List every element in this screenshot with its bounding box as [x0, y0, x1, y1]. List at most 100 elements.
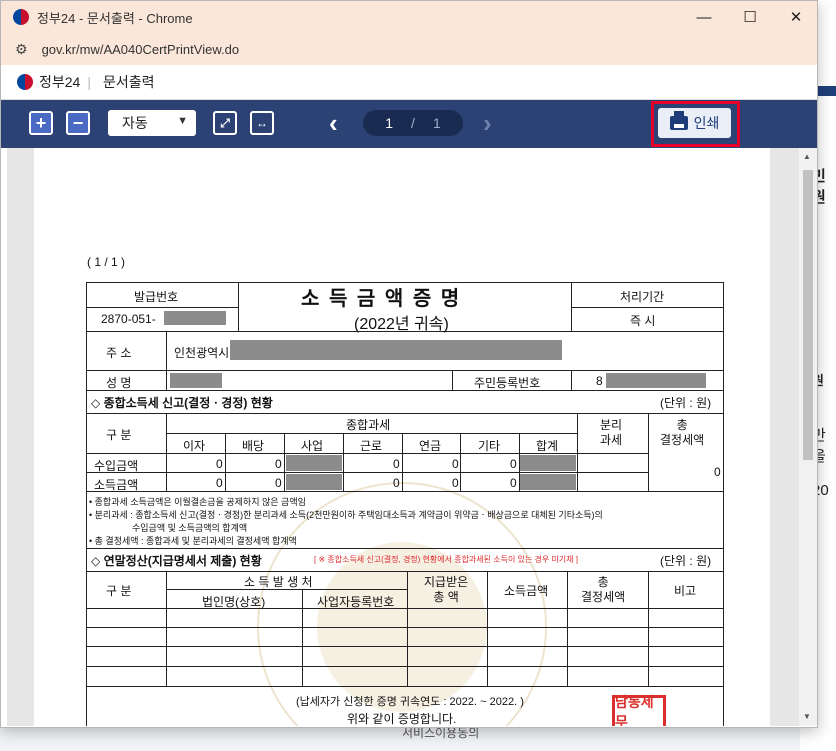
page-title: 문서출력: [102, 74, 155, 90]
rule: [86, 307, 238, 308]
document-title: 소 득 금 액 증 명: [301, 288, 462, 310]
fit-width-button[interactable]: ↔: [250, 111, 274, 135]
rule: [402, 433, 403, 491]
rule: [577, 413, 578, 491]
current-page[interactable]: 1: [385, 115, 393, 131]
table1-total: 총 결정세액: [660, 418, 705, 447]
scroll-down-icon[interactable]: ▼: [803, 712, 811, 721]
redaction: [520, 474, 576, 490]
table1-col: 사업: [301, 439, 324, 453]
footer-period: (납세자가 신청한 증명 귀속연도 : 2022. ~ 2022. ): [296, 696, 524, 708]
table1-cell: 0: [510, 457, 517, 471]
rule: [723, 705, 724, 726]
rule: [86, 282, 87, 705]
table2-gubun: 구 분: [106, 584, 132, 598]
zoom-out-button[interactable]: −: [66, 111, 90, 135]
rule: [86, 666, 723, 667]
rule: [86, 390, 723, 391]
table2-note: 비고: [674, 584, 697, 598]
footer-confirm: 위와 같이 증명합니다.: [347, 712, 457, 726]
rule: [86, 705, 87, 726]
note-line: • 총 결정세액 : 종합과세 및 분리과세의 결정세액 합계액: [89, 536, 297, 546]
rule: [225, 433, 226, 491]
table1-col: 합계: [536, 439, 559, 453]
section2-title: ◇ 연말정산(지급명세서 제출) 현황: [91, 554, 262, 568]
table1-cell: 0: [275, 476, 282, 490]
minimize-button[interactable]: —: [681, 1, 727, 33]
zoom-in-button[interactable]: +: [29, 111, 53, 135]
note-line: • 분리과세 : 종합소득세 신고(결정ㆍ경정)한 분리과세 소득(2천만원이하…: [89, 510, 603, 520]
close-button[interactable]: ✕: [773, 1, 819, 33]
section1-unit: (단위 : 원): [660, 396, 712, 410]
window-titlebar: 정부24 - 문서출력 - Chrome — ☐ ✕: [1, 1, 817, 33]
print-button[interactable]: 인쇄: [658, 108, 731, 138]
url-text[interactable]: gov.kr/mw/AA040CertPrintView.do: [42, 42, 240, 57]
table1-col: 이자: [183, 439, 206, 453]
rule: [460, 433, 461, 491]
printer-icon: [669, 111, 688, 130]
scroll-up-icon[interactable]: ▲: [803, 152, 811, 161]
zoom-value: 자동: [122, 115, 148, 131]
page-counter: ( 1 / 1 ): [87, 255, 126, 269]
processing-label: 처리기간: [620, 290, 665, 304]
table1-gubun: 구 분: [106, 428, 132, 442]
table1-col: 배당: [242, 439, 265, 453]
rule: [238, 282, 239, 331]
issue-no-value: 2870-051-: [101, 312, 156, 326]
site-settings-icon[interactable]: ⚙: [15, 41, 28, 58]
rule: [86, 571, 723, 572]
redaction: [170, 373, 222, 388]
rule: [648, 571, 649, 686]
maximize-button[interactable]: ☐: [727, 1, 773, 33]
section2-unit: (단위 : 원): [660, 554, 712, 568]
document-subtitle: (2022년 귀속): [354, 316, 449, 333]
rule: [723, 282, 724, 705]
rule: [86, 472, 648, 473]
fit-page-button[interactable]: ⤢: [213, 111, 237, 135]
redaction: [606, 373, 706, 388]
table1-col: 기타: [478, 439, 501, 453]
vertical-scrollbar[interactable]: ▲ ▼: [799, 148, 817, 726]
rule: [86, 686, 723, 687]
document-page: ( 1 / 1 ) 발급번호 2870-051- 소 득 금 액 증 명 (20…: [34, 148, 770, 726]
table1-cell: 0: [452, 457, 459, 471]
address-bar[interactable]: ⚙ gov.kr/mw/AA040CertPrintView.do: [1, 33, 817, 65]
rule: [648, 413, 649, 491]
table1-col: 근로: [360, 439, 383, 453]
total-pages: 1: [432, 115, 441, 131]
processing-value: 즉 시: [630, 314, 656, 328]
rule: [166, 413, 167, 491]
address-label: 주 소: [106, 346, 132, 360]
table1-cell: 0: [393, 476, 400, 490]
table2-bizno: 사업자등록번호: [317, 595, 395, 609]
rule: [407, 571, 408, 686]
table1-cell: 0: [510, 476, 517, 490]
rule: [567, 571, 568, 686]
table1-cell: 0: [393, 457, 400, 471]
rule: [343, 433, 344, 491]
rule: [284, 433, 285, 491]
section1-title: ◇ 종합소득세 신고(결정ㆍ경정) 현황: [91, 396, 273, 410]
print-label: 인쇄: [693, 115, 720, 131]
table1-cell: 0: [275, 457, 282, 471]
prev-page-button[interactable]: ‹: [329, 108, 338, 139]
rule: [166, 331, 167, 390]
document-viewer[interactable]: ( 1 / 1 ) 발급번호 2870-051- 소 득 금 액 증 명 (20…: [7, 148, 799, 726]
site-header: 정부24 | 문서출력: [1, 65, 817, 100]
rule: [571, 307, 723, 308]
zoom-select[interactable]: 자동 ▼: [108, 110, 196, 136]
rule: [166, 433, 577, 434]
rule: [571, 370, 572, 390]
scroll-thumb[interactable]: [803, 170, 813, 460]
popup-window: 정부24 - 문서출력 - Chrome — ☐ ✕ ⚙ gov.kr/mw/A…: [0, 0, 818, 728]
redaction: [520, 455, 576, 471]
page-indicator: 1 / 1: [363, 110, 463, 136]
redaction: [286, 455, 342, 471]
table1-cell: 0: [452, 476, 459, 490]
table1-col: 연금: [419, 439, 442, 453]
next-page-button[interactable]: ›: [483, 108, 492, 139]
rule: [86, 646, 723, 647]
table1-row-label: 수입금액: [94, 459, 139, 473]
table1-cell: 0: [216, 457, 223, 471]
rule: [86, 608, 723, 609]
